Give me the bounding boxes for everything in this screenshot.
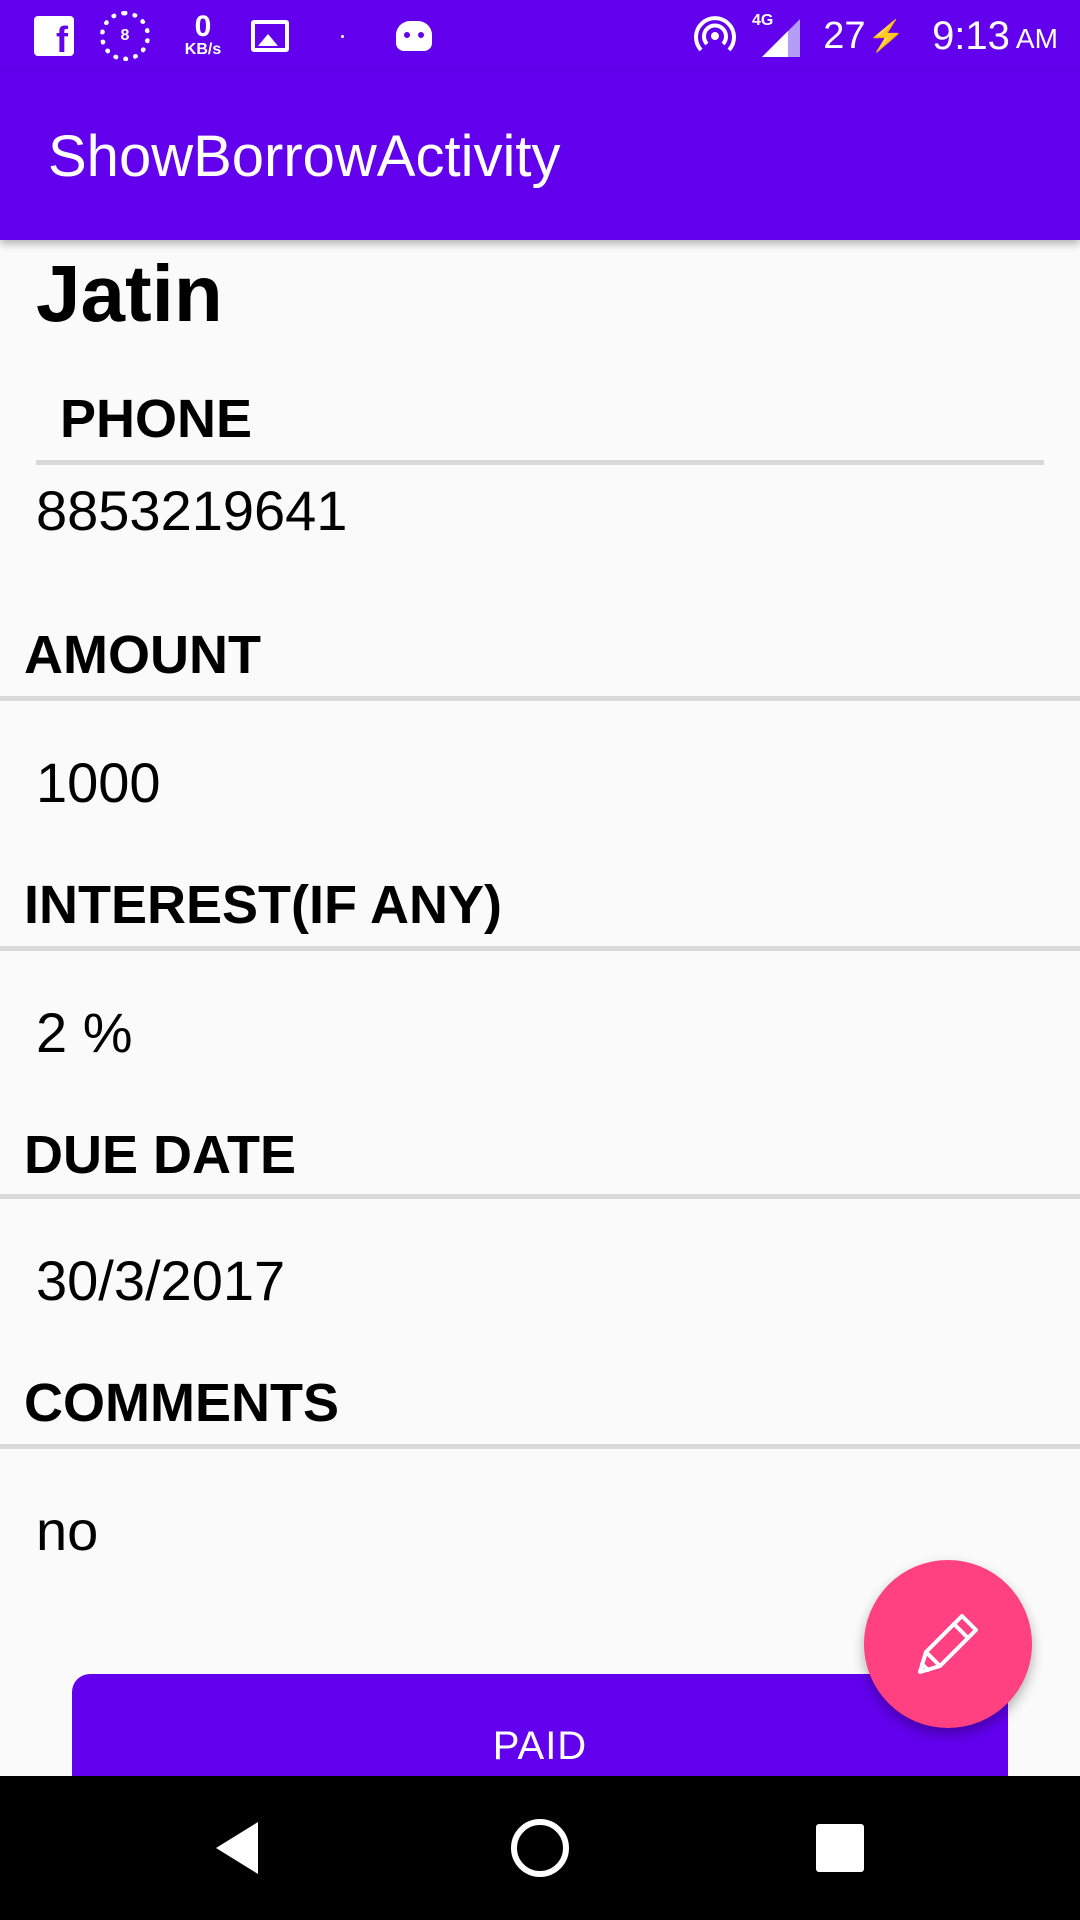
comments-label: COMMENTS	[24, 1373, 339, 1433]
amount-label: AMOUNT	[24, 625, 261, 685]
paid-button[interactable]: PAID	[72, 1674, 1008, 1784]
image-icon	[250, 0, 290, 72]
interest-value: 2 %	[36, 1001, 133, 1064]
comments-divider	[0, 1444, 1080, 1449]
network-speed: 0 KB/s	[178, 0, 228, 72]
comments-value: no	[36, 1499, 99, 1562]
status-bar: f 8 0 KB/s 4G 27 ⚡ 9:13 AM	[0, 0, 1080, 72]
due-date-value: 30/3/2017	[36, 1249, 286, 1312]
amount-value: 1000	[36, 751, 161, 814]
network-speed-unit: KB/s	[184, 41, 222, 58]
notification-badge-icon: 8	[98, 0, 152, 72]
due-date-label: DUE DATE	[24, 1125, 297, 1185]
app-bar: ShowBorrowActivity	[0, 72, 1080, 240]
clock: 9:13 AM	[920, 0, 1070, 72]
charging-icon: ⚡	[867, 19, 905, 53]
home-icon[interactable]	[480, 1776, 600, 1920]
phone-divider	[36, 460, 1044, 465]
interest-label: INTEREST(IF ANY)	[24, 875, 502, 935]
clock-am-pm: AM	[1015, 23, 1058, 54]
paid-button-label: PAID	[492, 1724, 588, 1768]
due-date-divider	[0, 1194, 1080, 1199]
network-type: 4G	[752, 12, 774, 29]
android-icon	[394, 0, 434, 72]
edit-fab-button[interactable]	[864, 1560, 1032, 1728]
facebook-icon: f	[34, 0, 74, 72]
amount-divider	[0, 696, 1080, 701]
clock-time: 9:13	[932, 13, 1010, 58]
phone-value[interactable]: 8853219641	[36, 478, 347, 543]
interest-divider	[0, 946, 1080, 951]
borrower-name: Jatin	[36, 249, 223, 338]
app-bar-title: ShowBorrowActivity	[48, 123, 561, 189]
network-speed-value: 0	[194, 10, 212, 43]
back-icon[interactable]	[180, 1776, 300, 1920]
navigation-bar	[0, 1776, 1080, 1920]
notification-badge-count: 8	[100, 11, 150, 61]
signal-icon: 4G	[752, 0, 802, 72]
recents-icon[interactable]	[780, 1776, 900, 1920]
battery-level: 27	[823, 14, 866, 57]
phone-label: PHONE	[60, 389, 253, 449]
screen: f 8 0 KB/s 4G 27 ⚡ 9:13 AM ShowBorrowAct…	[0, 0, 1080, 1920]
dot-icon	[340, 0, 344, 72]
hotspot-icon	[690, 0, 740, 72]
battery-indicator: 27 ⚡	[823, 0, 905, 72]
pencil-icon	[918, 1614, 978, 1674]
